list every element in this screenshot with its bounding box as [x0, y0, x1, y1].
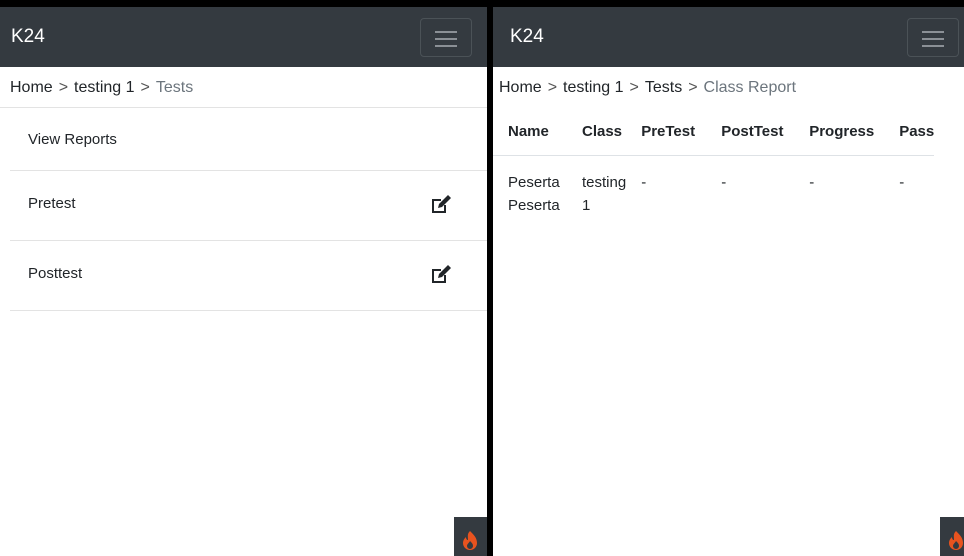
column-header-pretest: PreTest [626, 108, 707, 156]
cell-pretest: - [641, 174, 647, 191]
column-header-posttest: PostTest [706, 108, 795, 156]
cell-posttest: - [721, 174, 727, 191]
fire-button[interactable] [940, 517, 964, 556]
list-item-view-reports[interactable]: View Reports [10, 108, 487, 171]
cell-class: testing 1 [582, 174, 627, 214]
menu-icon [435, 31, 457, 33]
column-header-pass: Pass [884, 108, 935, 156]
breadcrumb-class[interactable]: testing 1 [563, 79, 623, 96]
menu-icon-bar [435, 38, 457, 40]
edit-icon[interactable] [430, 265, 452, 285]
list-item-label: Posttest [28, 265, 83, 282]
class-report-screen: K24 Home > testing 1 > Tests > Class Report Na… [493, 7, 964, 556]
table-header-row: Name Class PreTest PostTest Progress Pas… [493, 108, 935, 156]
fire-button[interactable] [454, 517, 487, 556]
breadcrumb: Home > testing 1 > Tests > Class Report [493, 67, 964, 107]
menu-icon-bar [922, 45, 944, 47]
list-item-label: Pretest [28, 195, 76, 212]
breadcrumb-separator: > [58, 79, 69, 96]
table-row: Peserta Peserta testing 1 - - - - [493, 156, 934, 218]
breadcrumb-current: Class Report [703, 79, 797, 96]
cell-progress: - [809, 174, 815, 191]
breadcrumb-separator: > [547, 79, 558, 96]
fire-icon [949, 531, 963, 550]
navbar: K24 [493, 7, 964, 67]
menu-icon-bar [922, 38, 944, 40]
fire-icon [463, 531, 477, 550]
breadcrumb-home[interactable]: Home [10, 79, 53, 96]
menu-icon [922, 31, 944, 33]
breadcrumb-current: Tests [155, 79, 194, 96]
breadcrumb-home[interactable]: Home [499, 79, 542, 96]
brand-logo[interactable]: K24 [11, 25, 45, 49]
breadcrumb-separator: > [140, 79, 150, 96]
column-header-name: Name [493, 108, 567, 156]
breadcrumb-tests[interactable]: Tests [645, 79, 682, 96]
cell-pass: - [899, 174, 905, 191]
menu-toggle-button[interactable] [420, 18, 472, 57]
list-item-posttest[interactable]: Posttest [10, 241, 487, 311]
column-header-class: Class [567, 108, 627, 156]
list-item-label: View Reports [28, 131, 117, 148]
class-report-table: Name Class PreTest PostTest Progress Pas… [493, 108, 935, 218]
column-header-progress: Progress [794, 108, 885, 156]
breadcrumb-separator: > [688, 79, 698, 96]
brand-logo[interactable]: K24 [510, 25, 544, 49]
navbar: K24 [0, 7, 487, 67]
edit-icon[interactable] [430, 195, 452, 215]
tests-screen: K24 Home > testing 1 > Tests View Reports Pr… [0, 7, 487, 556]
list-item-pretest[interactable]: Pretest [10, 171, 487, 241]
menu-toggle-button[interactable] [907, 18, 959, 57]
breadcrumb: Home > testing 1 > Tests [0, 67, 487, 108]
cell-name: Peserta Peserta [508, 174, 560, 214]
breadcrumb-separator: > [629, 79, 639, 96]
breadcrumb-class[interactable]: testing 1 [74, 79, 134, 96]
menu-icon-bar [435, 45, 457, 47]
